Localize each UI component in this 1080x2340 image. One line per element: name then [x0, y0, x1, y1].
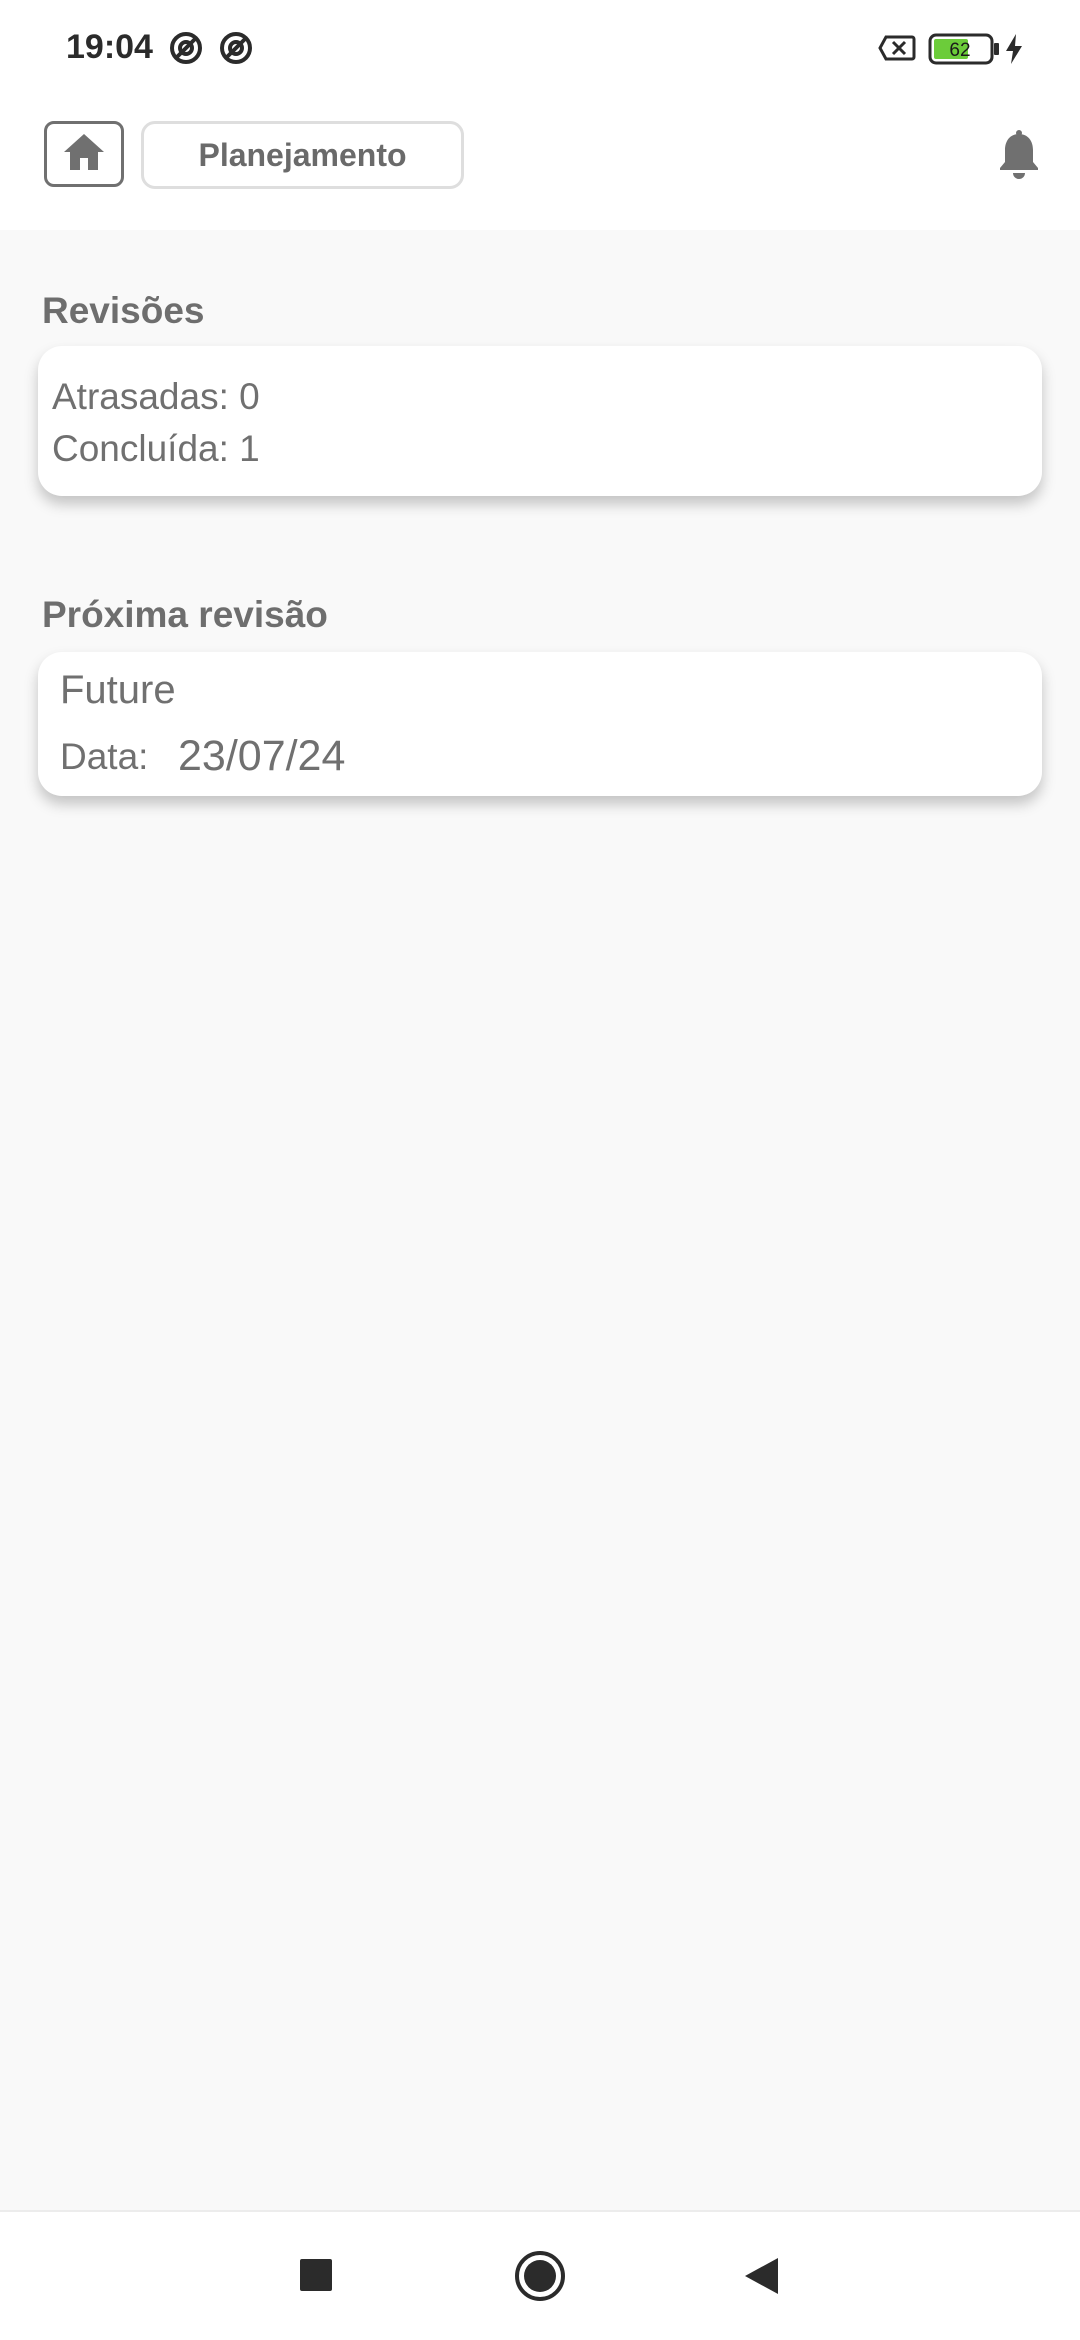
- reviews-card[interactable]: Atrasadas: 0 Concluída: 1: [38, 346, 1042, 496]
- at-sign-icon: [218, 30, 254, 71]
- next-review-name: Future: [60, 668, 176, 712]
- home-circle-icon[interactable]: [514, 2250, 566, 2307]
- home-button[interactable]: [44, 121, 124, 187]
- tab-planejamento[interactable]: Planejamento: [141, 121, 464, 189]
- no-sim-icon: [878, 34, 916, 67]
- app-header: Planejamento: [0, 100, 1080, 230]
- back-triangle-icon[interactable]: [742, 2256, 780, 2301]
- battery-level: 62: [949, 40, 970, 61]
- notifications-button[interactable]: [996, 130, 1044, 182]
- next-review-section-title: Próxima revisão: [42, 594, 328, 635]
- at-sign-icon: [168, 30, 204, 71]
- status-bar: 19:04 62: [0, 0, 1080, 100]
- tab-planejamento-label: Planejamento: [198, 136, 407, 173]
- status-time: 19:04: [66, 28, 153, 66]
- next-review-date-value: 23/07/24: [178, 732, 346, 780]
- home-icon: [62, 132, 106, 177]
- next-review-card[interactable]: Future Data: 23/07/24: [38, 652, 1042, 796]
- system-nav-bar: [0, 2210, 1080, 2340]
- battery-icon: 62: [928, 33, 1000, 70]
- recents-square-icon[interactable]: [299, 2258, 333, 2297]
- late-reviews-count: Atrasadas: 0: [52, 376, 260, 417]
- charging-bolt-icon: [1004, 34, 1024, 69]
- next-review-date-label: Data:: [60, 736, 149, 777]
- bell-icon: [996, 130, 1042, 184]
- completed-reviews-count: Concluída: 1: [52, 428, 260, 469]
- reviews-section-title: Revisões: [42, 290, 205, 331]
